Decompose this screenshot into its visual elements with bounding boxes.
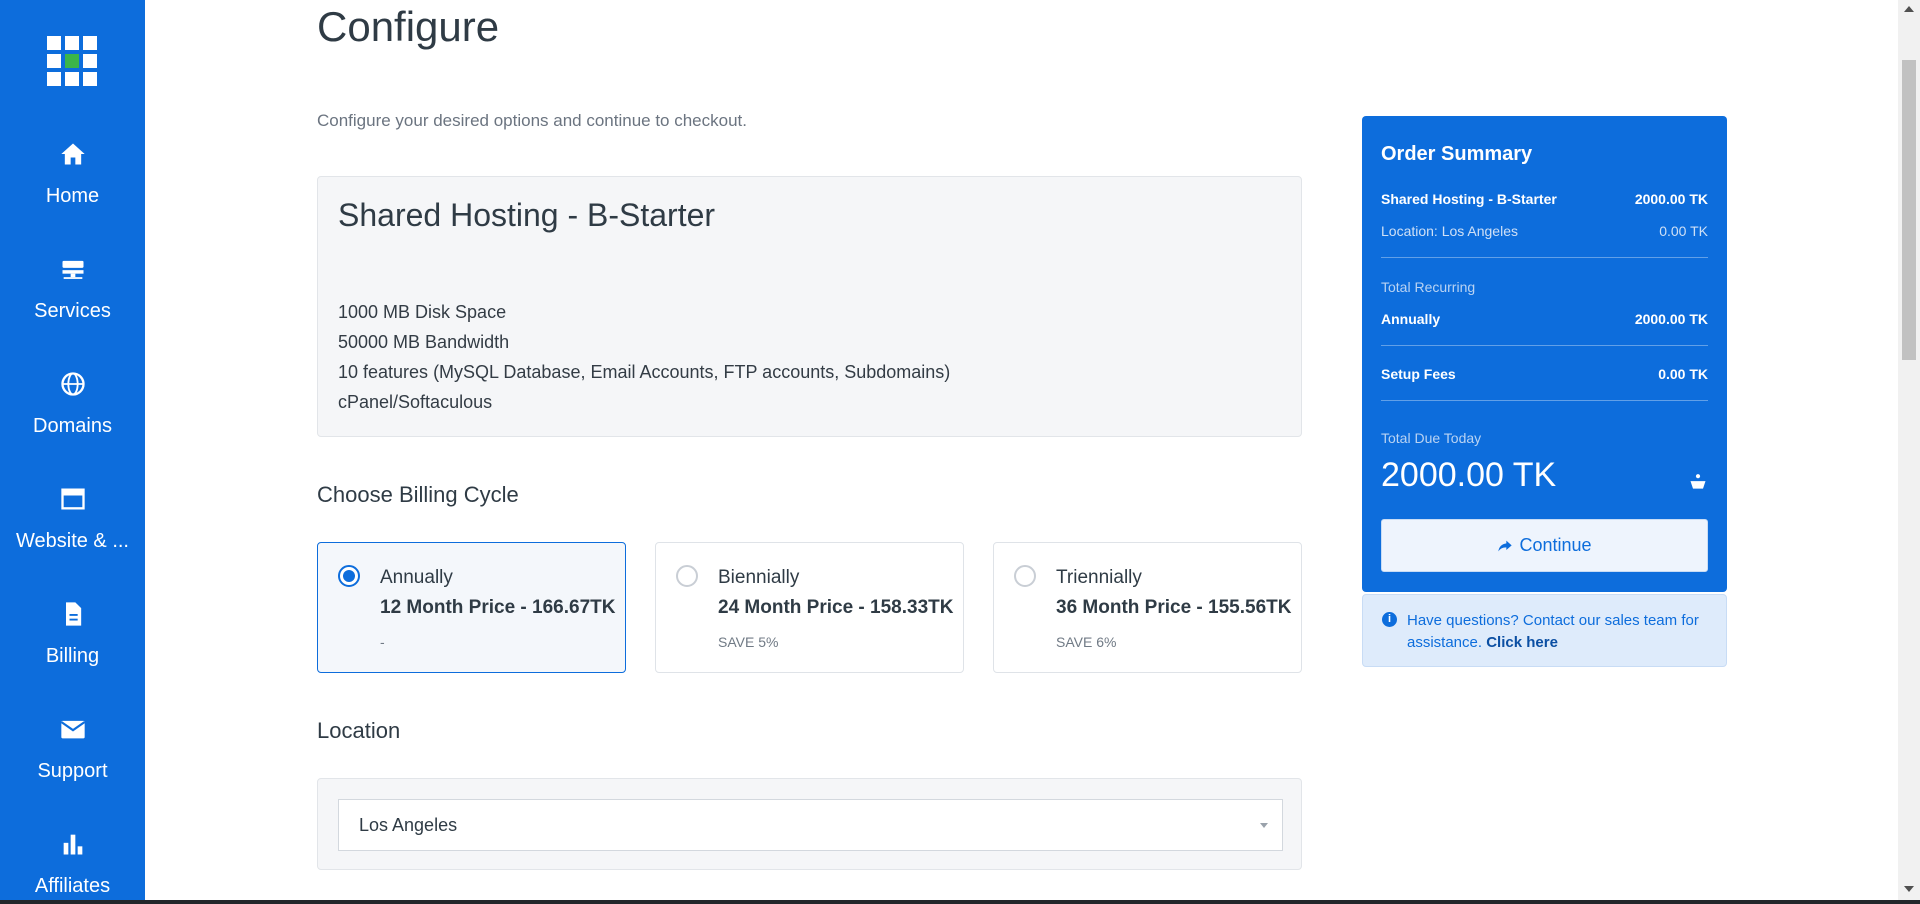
summary-location-label: Location: Los Angeles [1381, 223, 1518, 239]
billing-cycle-heading: Choose Billing Cycle [317, 482, 519, 507]
sidebar-item-affiliates[interactable]: Affiliates [0, 830, 145, 898]
product-name: Shared Hosting - B-Starter [338, 197, 716, 233]
summary-location-price: 0.00 TK [1659, 223, 1708, 239]
billing-option-savings: SAVE 6% [1056, 634, 1117, 650]
document-icon [65, 602, 81, 626]
page-title: Configure [317, 3, 500, 50]
sidebar-item-label: Home [45, 185, 100, 207]
billing-option-name: Biennially [718, 567, 800, 588]
total-due-amount: 2000.00 TK [1381, 456, 1557, 494]
globe-icon [60, 372, 85, 396]
feature-item: cPanel/Softaculous [338, 392, 493, 412]
logo-icon[interactable] [47, 36, 97, 86]
sidebar-item-home[interactable]: Home [0, 140, 145, 208]
continue-button-label: Continue [1519, 535, 1592, 555]
sidebar-item-website[interactable]: Website & ... [0, 485, 145, 553]
billing-option-name: Annually [380, 567, 453, 588]
scroll-up-icon[interactable] [1904, 6, 1914, 12]
sidebar-item-label: Domains [33, 415, 112, 437]
page-subtitle: Configure your desired options and conti… [317, 111, 747, 130]
feature-item: 1000 MB Disk Space [338, 302, 507, 322]
billing-option-price: 36 Month Price - 155.56TK [1056, 597, 1292, 618]
order-summary-title: Order Summary [1381, 143, 1533, 165]
feature-item: 10 features (MySQL Database, Email Accou… [338, 362, 951, 382]
billing-option-biennially[interactable]: Biennially 24 Month Price - 158.33TK SAV… [655, 542, 964, 673]
radio-button[interactable] [676, 565, 698, 587]
vertical-scrollbar[interactable] [1898, 0, 1920, 900]
info-icon: i [1382, 612, 1397, 627]
recurring-cycle-label: Annually [1381, 311, 1441, 327]
radio-button[interactable] [1014, 565, 1036, 587]
location-select[interactable]: Los Angeles [338, 799, 1283, 851]
scrollbar-thumb[interactable] [1902, 60, 1916, 360]
summary-product-price: 2000.00 TK [1634, 191, 1708, 207]
location-box: Los Angeles [317, 778, 1302, 870]
sidebar-item-label: Services [34, 300, 111, 322]
total-recurring-label: Total Recurring [1381, 279, 1476, 295]
radio-button[interactable] [338, 565, 360, 587]
sidebar-item-label: Billing [45, 645, 100, 667]
caret-down-icon [1260, 823, 1268, 828]
billing-option-savings: SAVE 5% [718, 634, 779, 650]
billing-option-savings: - [380, 634, 385, 650]
home-icon [60, 143, 85, 165]
sidebar-item-label: Affiliates [34, 875, 111, 897]
sidebar-item-billing[interactable]: Billing [0, 600, 145, 668]
feature-item: 50000 MB Bandwidth [338, 332, 510, 352]
continue-button[interactable]: Continue [1381, 519, 1708, 572]
help-link[interactable]: Click here [1486, 634, 1558, 651]
help-text: Have questions? Contact our sales team f… [1407, 610, 1712, 654]
product-info-box: Shared Hosting - B-Starter 1000 MB Disk … [317, 176, 1302, 437]
sidebar-item-support[interactable]: Support [0, 715, 145, 783]
envelope-icon [60, 720, 85, 739]
billing-option-price: 12 Month Price - 166.67TK [380, 597, 616, 618]
basket-icon [1690, 474, 1706, 489]
sidebar: Home Services Domains Website & ... Bill… [0, 0, 145, 904]
sidebar-item-services[interactable]: Services [0, 255, 145, 323]
product-features: 1000 MB Disk Space 50000 MB Bandwidth 10… [338, 297, 950, 417]
billing-option-annually[interactable]: Annually 12 Month Price - 166.67TK - [317, 542, 626, 673]
browser-window-icon [60, 488, 85, 510]
sidebar-item-label: Support [37, 760, 108, 782]
scroll-down-icon[interactable] [1904, 886, 1914, 892]
summary-product-label: Shared Hosting - B-Starter [1381, 191, 1557, 207]
billing-option-triennially[interactable]: Triennially 36 Month Price - 155.56TK SA… [993, 542, 1302, 673]
order-summary: Order Summary Shared Hosting - B-Starter… [1362, 116, 1727, 592]
billing-option-price: 24 Month Price - 158.33TK [718, 597, 954, 618]
bottom-strip [0, 900, 1920, 904]
bar-chart-icon [63, 834, 82, 855]
billing-option-name: Triennially [1056, 567, 1142, 588]
setup-fees-price: 0.00 TK [1658, 366, 1708, 382]
location-selected-value: Los Angeles [359, 815, 458, 835]
divider [1381, 345, 1708, 346]
share-arrow-icon [1498, 540, 1513, 552]
total-due-label: Total Due Today [1381, 430, 1482, 446]
server-icon [62, 260, 83, 279]
sidebar-item-domains[interactable]: Domains [0, 370, 145, 438]
sidebar-item-label: Website & ... [15, 530, 129, 552]
help-box: i Have questions? Contact our sales team… [1362, 594, 1727, 667]
location-heading: Location [317, 718, 401, 743]
recurring-price: 2000.00 TK [1634, 311, 1708, 327]
divider [1381, 257, 1708, 258]
setup-fees-label: Setup Fees [1381, 366, 1456, 382]
divider [1381, 400, 1708, 401]
